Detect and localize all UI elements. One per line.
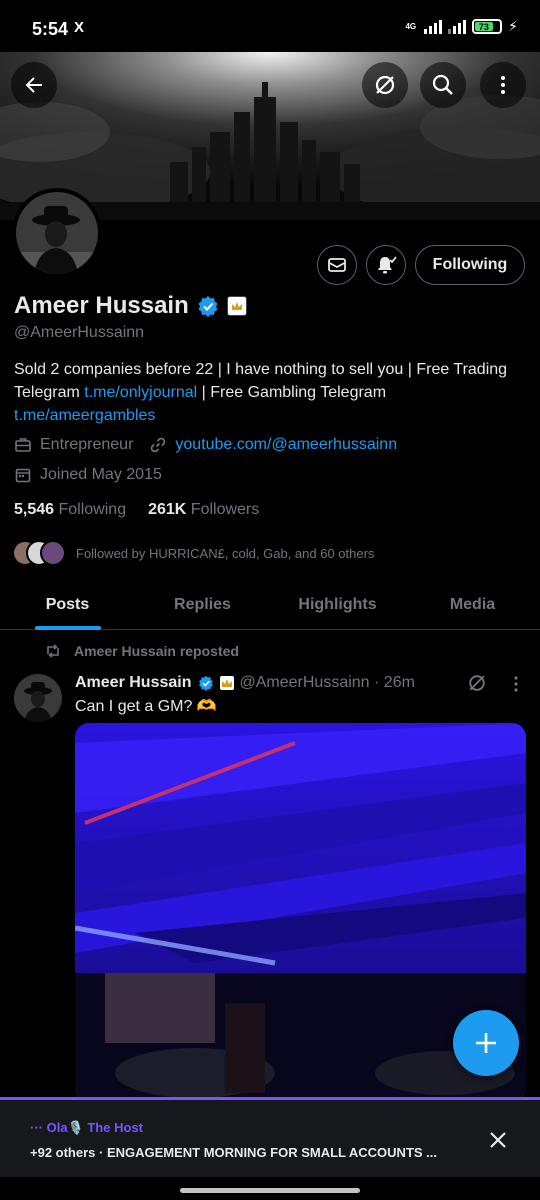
- verified-badge-icon[interactable]: [197, 295, 219, 317]
- spaces-host: ··· Ola🎙️ The Host: [30, 1120, 143, 1135]
- grok-button[interactable]: [362, 62, 408, 108]
- repost-indicator[interactable]: Ameer Hussain reposted: [44, 642, 239, 660]
- profile-name: Ameer Hussain: [14, 292, 189, 319]
- bio-text-2: | Free Gambling Telegram: [197, 384, 387, 401]
- crown-icon: [231, 302, 242, 310]
- home-indicator[interactable]: [180, 1188, 360, 1193]
- spaces-dock[interactable]: ··· Ola🎙️ The Host +92 others · ENGAGEME…: [0, 1097, 540, 1177]
- tab-media[interactable]: Media: [405, 580, 540, 629]
- signal-icon: [424, 19, 443, 34]
- post-more-button[interactable]: [506, 674, 526, 699]
- post-header: Ameer Hussain @AmeerHussainn · 26m: [75, 674, 415, 692]
- signal-icon-2: [448, 19, 467, 34]
- more-button[interactable]: [480, 62, 526, 108]
- tab-posts[interactable]: Posts: [0, 580, 135, 629]
- follower-avatars: [12, 540, 66, 566]
- back-button[interactable]: [11, 62, 57, 108]
- post-author-avatar[interactable]: [14, 674, 62, 722]
- joined-date: Joined May 2015: [40, 466, 162, 483]
- calendar-icon: [15, 468, 31, 483]
- mail-icon: [328, 258, 346, 272]
- tab-highlights[interactable]: Highlights: [270, 580, 405, 629]
- following-label: Following: [58, 501, 127, 518]
- close-icon[interactable]: [486, 1128, 510, 1152]
- bio-link-telegram-trading[interactable]: t.me/onlyjournal: [84, 384, 197, 401]
- compose-post-button[interactable]: [453, 1010, 519, 1076]
- post-meta: @AmeerHussainn · 26m: [239, 674, 415, 691]
- profile-meta-row: Entrepreneur youtube.com/@ameerhussainn: [14, 436, 397, 454]
- website-link[interactable]: youtube.com/@ameerhussainn: [175, 436, 397, 454]
- post-avatar-image: [14, 674, 62, 722]
- message-button[interactable]: [317, 245, 357, 285]
- plus-icon: [476, 1033, 496, 1053]
- back-arrow-icon: [25, 77, 42, 93]
- battery-level: 73: [475, 22, 493, 32]
- status-indicators: 4G 73 ⚡: [405, 18, 518, 35]
- followed-by-row[interactable]: Followed by HURRICAN£, cold, Gab, and 60…: [12, 540, 374, 566]
- followers-count-link[interactable]: 261K Followers: [148, 501, 259, 519]
- followers-count: 261K: [148, 501, 187, 518]
- affiliate-badge-icon[interactable]: [226, 296, 247, 316]
- followed-by-text: Followed by HURRICAN£, cold, Gab, and 60…: [76, 545, 375, 561]
- bell-check-icon: [378, 256, 397, 274]
- follow-counts: 5,546 Following 261K Followers: [14, 501, 259, 519]
- profession-label: Entrepreneur: [40, 436, 134, 453]
- profile-tabs: Posts Replies Highlights Media: [0, 580, 540, 630]
- verified-badge-icon: [198, 675, 213, 691]
- tab-replies[interactable]: Replies: [135, 580, 270, 629]
- profile-avatar[interactable]: [12, 188, 102, 278]
- charging-icon: ⚡: [508, 18, 518, 34]
- avatar-image: [16, 192, 98, 274]
- link-icon: [151, 437, 166, 453]
- crown-icon: [219, 676, 234, 690]
- joined-row: Joined May 2015: [14, 466, 162, 484]
- following-button[interactable]: Following: [415, 245, 525, 285]
- status-time: 5:54: [32, 19, 69, 39]
- search-button[interactable]: [420, 62, 466, 108]
- repost-icon: [47, 644, 59, 658]
- followers-label: Followers: [190, 501, 260, 518]
- repost-label: Ameer Hussain reposted: [74, 643, 239, 659]
- more-vertical-icon: [501, 76, 505, 94]
- post-text: Can I get a GM? 🫶: [75, 698, 217, 715]
- briefcase-icon: [15, 438, 31, 452]
- more-vertical-icon: [514, 676, 518, 692]
- network-type: 4G: [405, 21, 417, 31]
- grok-icon: [469, 675, 485, 691]
- bio-link-telegram-gambling[interactable]: t.me/ameergambles: [14, 407, 155, 424]
- status-bar: 5:54 X 4G 73 ⚡: [0, 0, 540, 52]
- post-grok-button[interactable]: [466, 672, 488, 699]
- profile-bio: Sold 2 companies before 22 | I have noth…: [14, 358, 514, 427]
- following-count: 5,546: [14, 501, 55, 518]
- spaces-title: +92 others · ENGAGEMENT MORNING FOR SMAL…: [30, 1145, 437, 1160]
- following-count-link[interactable]: 5,546 Following: [14, 501, 126, 519]
- search-icon: [432, 74, 453, 95]
- post-author-name[interactable]: Ameer Hussain: [75, 674, 192, 692]
- follower-avatar: [40, 540, 66, 566]
- profile-name-row: Ameer Hussain: [14, 292, 247, 320]
- notifications-button[interactable]: [366, 245, 406, 285]
- battery-icon: 73: [472, 19, 503, 34]
- profile-handle: @AmeerHussainn: [14, 324, 145, 341]
- grok-icon: [375, 75, 395, 95]
- x-app-icon: X: [74, 19, 85, 36]
